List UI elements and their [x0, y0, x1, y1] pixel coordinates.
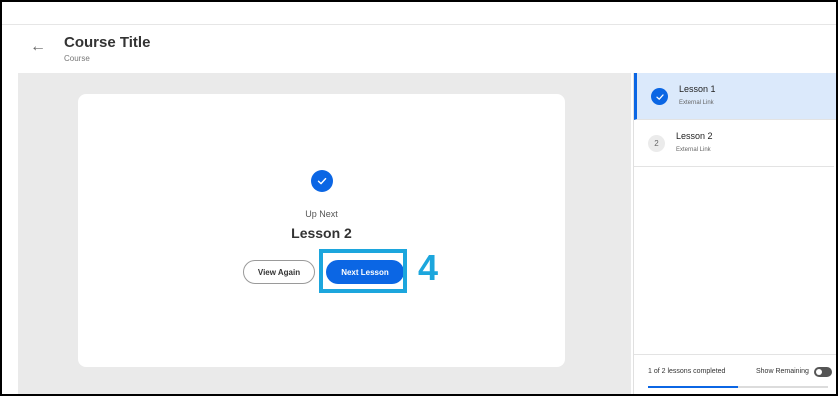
progress-footer: 1 of 2 lessons completed Show Remaining	[634, 354, 836, 394]
toggle-knob	[816, 369, 822, 375]
lesson-sidebar: Lesson 1 External Link 2 Lesson 2 Extern…	[633, 73, 836, 394]
top-bar	[2, 2, 836, 25]
lesson-title: Lesson 2	[676, 131, 713, 141]
course-header: ← Course Title Course	[2, 25, 836, 73]
lesson-content-area: Up Next Lesson 2 View Again Next Lesson …	[18, 73, 631, 394]
progress-text: 1 of 2 lessons completed	[648, 368, 726, 375]
progress-bar	[648, 386, 828, 388]
up-next-label: Up Next	[305, 209, 338, 219]
back-arrow-icon[interactable]: ←	[30, 37, 46, 57]
lesson-title: Lesson 1	[679, 84, 716, 94]
progress-bar-fill	[648, 386, 738, 388]
step-number-annotation: 4	[418, 247, 439, 288]
step-highlight-box	[319, 249, 407, 293]
page-subtitle: Course	[64, 54, 90, 63]
show-remaining-label: Show Remaining	[756, 368, 809, 375]
checkmark-icon	[311, 170, 333, 192]
lesson-number-badge: 2	[648, 135, 665, 152]
sidebar-item-lesson-1[interactable]: Lesson 1 External Link	[634, 73, 836, 120]
view-again-button[interactable]: View Again	[243, 260, 315, 284]
sidebar-item-lesson-2[interactable]: 2 Lesson 2 External Link	[634, 120, 834, 167]
lesson-complete-card: Up Next Lesson 2 View Again Next Lesson …	[78, 94, 565, 367]
app-frame: ← Course Title Course Up Next Lesson 2 V…	[0, 0, 838, 396]
page-title: Course Title	[64, 34, 151, 51]
lesson-type: External Link	[679, 100, 714, 106]
show-remaining-toggle[interactable]	[814, 367, 832, 377]
next-lesson-title: Lesson 2	[291, 225, 352, 241]
lesson-type: External Link	[676, 147, 711, 153]
completed-check-icon	[651, 88, 668, 105]
